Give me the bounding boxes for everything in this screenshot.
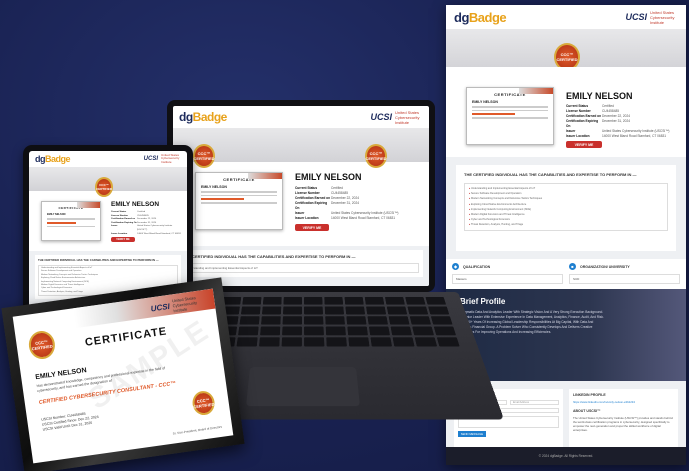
profile-details: Current Status Certified License Number CU… <box>566 104 670 138</box>
keyboard-key <box>348 337 370 347</box>
keyboard-key <box>325 316 345 325</box>
keyboard-key <box>433 326 457 336</box>
dgbadge-logo[interactable]: dgBadge <box>454 10 507 25</box>
building-icon: ■ <box>569 263 576 270</box>
keyboard-key <box>304 326 324 336</box>
page-footer: © 2024 dgBadge. All Rights Reserved. <box>446 447 686 465</box>
keyboard-key <box>282 326 302 336</box>
graduation-cap-icon: ◆ <box>452 263 459 270</box>
keyboard-key <box>261 316 281 325</box>
keyboard-key <box>414 337 438 347</box>
list-item: Threat Detection, Analysis, Hunting, and… <box>469 222 663 227</box>
keyboard-key <box>368 326 390 336</box>
keyboard-key <box>364 296 385 305</box>
profile-banner: CCC™ CERTIFIED <box>446 29 686 71</box>
signatory: Sr. Vice-President, Board of Directors <box>172 424 223 436</box>
keyboard-key <box>392 337 415 347</box>
keyboard-key <box>259 337 280 347</box>
keyboard-key <box>384 296 405 305</box>
keyboard-key <box>260 326 281 336</box>
verify-me-button[interactable]: VERIFY ME <box>566 141 602 148</box>
keyboard-key <box>344 296 364 305</box>
profile-hero: CERTIFICATE EMILY NELSON EMILY NELSON Cu… <box>446 67 686 157</box>
keyboard-key <box>324 296 344 305</box>
keyboard-key <box>405 296 426 305</box>
keyboard-key <box>262 296 282 305</box>
keyboard-key <box>261 306 282 315</box>
keyboard-key <box>304 316 324 325</box>
ccc-seal-icon: CCC™ CERTIFIED <box>27 329 57 361</box>
keyboard-key <box>412 326 435 336</box>
keyboard-key <box>304 306 323 315</box>
keyboard-key <box>240 306 261 315</box>
keyboard-key <box>283 296 302 305</box>
keyboard-key <box>425 296 447 305</box>
uscsi-logo: UCSI United States Cybersecurity Institut… <box>143 152 180 164</box>
keyboard-key <box>346 316 367 325</box>
email-input[interactable]: Email Address <box>510 400 559 405</box>
skills-card: THE CERTIFIED INDIVIDUAL HAS THE CAPABIL… <box>456 165 676 251</box>
page-header: dgBadge UCSI United States Cybersecurity… <box>446 5 686 29</box>
keyboard-key <box>281 337 302 347</box>
profile-name: EMILY NELSON <box>111 201 160 208</box>
uscsi-logo: UCSI United States Cybersecurity Institut… <box>370 109 420 125</box>
keyboard-key <box>304 296 323 305</box>
keyboard-key <box>238 326 259 336</box>
certificate: UCSI United States Cybersecurity Institu… <box>12 288 234 464</box>
keyboard-key <box>304 337 325 347</box>
uscsi-logo: UCSI United States Cybersecurity Institu… <box>625 9 675 25</box>
ccc-seal-icon: CCC™ CERTIFIED <box>190 389 217 417</box>
keyboard-key <box>283 306 302 315</box>
profile-name: EMILY NELSON <box>566 91 633 101</box>
skills-title: THE CERTIFIED INDIVIDUAL HAS THE CAPABIL… <box>38 258 159 262</box>
keyboard-key <box>239 316 260 325</box>
keyboard-key <box>367 316 389 325</box>
keyboard-key <box>390 326 413 336</box>
linkedin-about-card: LINKEDIN PROFILE https://www.linkedin.co… <box>569 389 678 449</box>
verify-me-button[interactable]: VERIFY ME <box>111 237 135 242</box>
keyboard-key <box>388 316 410 325</box>
keyboard-key <box>386 306 408 315</box>
keyboard-key <box>428 306 450 315</box>
profile-banner: CCC™ CERTIFIED CCC™ CERTIFIED <box>173 128 429 168</box>
certificate-thumbnail[interactable]: CERTIFICATE EMILY NELSON <box>195 172 283 230</box>
keyboard-key <box>370 337 393 347</box>
framed-certificate: UCSI United States Cybersecurity Institu… <box>1 277 245 471</box>
profile-banner: CCC™ CERTIFIED <box>29 167 187 197</box>
send-message-button[interactable]: SEND MESSAGE <box>458 431 486 437</box>
keyboard-key <box>366 306 387 315</box>
certificate-thumbnail[interactable]: CERTIFICATE EMILY NELSON <box>41 201 101 241</box>
trackpad <box>246 367 360 407</box>
dgbadge-logo[interactable]: dgBadge <box>35 154 71 164</box>
profile-name: EMILY NELSON <box>295 172 362 182</box>
qualification-section: ◆ QUALIFICATION Masters ■ ORGANIZATION/ UN… <box>446 259 686 289</box>
dgbadge-logo[interactable]: dgBadge <box>179 110 227 124</box>
verify-me-button[interactable]: VERIFY ME <box>295 224 329 231</box>
keyboard-key <box>324 306 345 315</box>
keyboard-key <box>409 316 432 325</box>
keyboard-key <box>325 326 346 336</box>
keyboard-key <box>347 326 368 336</box>
keyboard-key <box>236 337 258 347</box>
keyboard-key <box>345 306 366 315</box>
linkedin-link[interactable]: https://www.linkedin.com/in/emily-nelson… <box>573 400 674 404</box>
certificate-meta: USCSI Number: CU4458485 USCSI Certified … <box>41 411 99 432</box>
keyboard-key <box>430 316 453 325</box>
keyboard-key <box>242 296 262 305</box>
certificate-thumbnail[interactable]: CERTIFICATE EMILY NELSON <box>466 87 554 145</box>
keyboard-key <box>436 337 460 347</box>
skills-title: THE CERTIFIED INDIVIDUAL HAS THE CAPABIL… <box>183 254 356 259</box>
keyboard-key <box>326 337 347 347</box>
list-item: Understanding and Implementing Essential… <box>183 263 419 273</box>
laptop-screen: dgBadge UCSI United States Cybersecurity … <box>167 100 435 292</box>
keyboard-key <box>282 316 302 325</box>
keyboard-key <box>407 306 429 315</box>
